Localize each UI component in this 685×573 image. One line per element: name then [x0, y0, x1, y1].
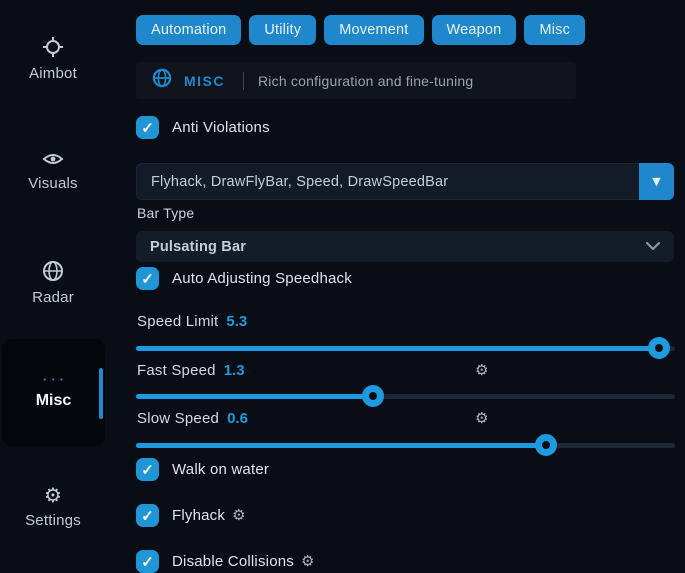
category-title: MISC	[184, 73, 225, 89]
slider-label-row-slow-speed: Slow Speed 0.6 ⚙	[137, 410, 248, 427]
checkbox-row-walk-on-water[interactable]: ✓ Walk on water	[136, 458, 269, 481]
checkbox-checked[interactable]: ✓	[136, 504, 159, 527]
tab-misc[interactable]: Misc	[524, 15, 585, 45]
slider-label-row-fast-speed: Fast Speed 1.3 ⚙	[137, 362, 245, 379]
slider-fast-speed[interactable]	[136, 385, 675, 407]
slider-slow-speed[interactable]	[136, 434, 675, 456]
checkbox-row-disable-collisions[interactable]: ✓ Disable Collisions ⚙	[136, 550, 314, 573]
gear-icon[interactable]: ⚙	[232, 508, 245, 523]
eye-icon	[42, 150, 64, 168]
slider-value: 0.6	[227, 410, 248, 427]
check-icon: ✓	[141, 461, 154, 479]
category-header: MISC Rich configuration and fine-tuning	[136, 62, 576, 99]
check-icon: ✓	[141, 553, 154, 571]
slider-fill	[136, 443, 546, 448]
globe-icon	[152, 68, 172, 93]
sidebar-item-aimbot[interactable]: Aimbot	[0, 36, 106, 82]
sidebar-item-label: Misc	[36, 392, 72, 410]
tab-weapon[interactable]: Weapon	[432, 15, 517, 45]
slider-fill	[136, 394, 373, 399]
checkbox-row-anti-violations[interactable]: ✓ Anti Violations	[136, 116, 270, 139]
cheat-menu-window: { "colors": { "accent_blue": "#1f87cc", …	[0, 0, 685, 563]
chevron-down-icon	[646, 238, 660, 256]
bar-type-label: Bar Type	[137, 205, 194, 221]
crosshair-icon	[42, 36, 64, 58]
sidebar-item-visuals[interactable]: Visuals	[0, 150, 106, 192]
slider-thumb[interactable]	[362, 385, 384, 407]
bar-type-select[interactable]: Pulsating Bar	[136, 231, 674, 262]
checkbox-checked[interactable]: ✓	[136, 267, 159, 290]
slider-value: 5.3	[226, 313, 247, 330]
sidebar-item-radar[interactable]: Radar	[0, 260, 106, 306]
gear-icon[interactable]: ⚙	[475, 363, 488, 378]
tab-movement[interactable]: Movement	[324, 15, 423, 45]
checkbox-label: Anti Violations	[172, 119, 270, 136]
slider-fill	[136, 346, 659, 351]
category-tabs: Automation Utility Movement Weapon Misc	[136, 15, 585, 45]
globe-icon	[42, 260, 64, 282]
check-icon: ✓	[141, 507, 154, 525]
bar-multiselect-field[interactable]: Flyhack, DrawFlyBar, Speed, DrawSpeedBar…	[136, 163, 674, 200]
separator	[243, 72, 244, 90]
slider-thumb[interactable]	[648, 337, 670, 359]
gear-icon[interactable]: ⚙	[475, 411, 488, 426]
slider-speed-limit[interactable]	[136, 337, 675, 359]
sidebar-item-settings[interactable]: ⚙ Settings	[0, 485, 106, 529]
slider-label: Speed Limit	[137, 313, 218, 330]
sidebar-item-misc-active[interactable]: ··· Misc	[2, 339, 105, 446]
sidebar-item-label: Visuals	[28, 175, 77, 192]
slider-label-row-speed-limit: Speed Limit 5.3	[137, 313, 247, 330]
slider-label: Slow Speed	[137, 410, 219, 427]
checkbox-label: Walk on water	[172, 461, 269, 478]
checkbox-label: Flyhack	[172, 507, 225, 524]
checkbox-checked[interactable]: ✓	[136, 550, 159, 573]
checkbox-row-auto-adjusting-speedhack[interactable]: ✓ Auto Adjusting Speedhack	[136, 267, 352, 290]
ellipsis-icon: ···	[39, 376, 68, 384]
multiselect-value: Flyhack, DrawFlyBar, Speed, DrawSpeedBar	[137, 174, 448, 190]
checkbox-label: Disable Collisions	[172, 553, 294, 570]
sidebar-item-label: Settings	[25, 512, 81, 529]
sidebar-item-label: Aimbot	[29, 65, 77, 82]
active-indicator-bar	[99, 368, 103, 419]
check-icon: ✓	[141, 119, 154, 137]
checkbox-checked[interactable]: ✓	[136, 458, 159, 481]
dropdown-arrow-icon: ▼	[652, 175, 660, 188]
check-icon: ✓	[141, 270, 154, 288]
gear-icon[interactable]: ⚙	[301, 554, 314, 569]
sidebar-item-label: Radar	[32, 289, 74, 306]
slider-thumb[interactable]	[535, 434, 557, 456]
multiselect-dropdown-button[interactable]: ▼	[639, 163, 674, 200]
select-value: Pulsating Bar	[150, 239, 246, 255]
tab-utility[interactable]: Utility	[249, 15, 316, 45]
checkbox-label: Auto Adjusting Speedhack	[172, 270, 352, 287]
sidebar: Aimbot Visuals Radar ··· Misc ⚙ Settings	[0, 0, 130, 563]
tab-automation[interactable]: Automation	[136, 15, 241, 45]
slider-value: 1.3	[224, 362, 245, 379]
slider-label: Fast Speed	[137, 362, 216, 379]
category-description: Rich configuration and fine-tuning	[258, 73, 473, 89]
checkbox-row-flyhack[interactable]: ✓ Flyhack ⚙	[136, 504, 246, 527]
main-panel: Automation Utility Movement Weapon Misc …	[136, 0, 676, 563]
checkbox-checked[interactable]: ✓	[136, 116, 159, 139]
gear-icon: ⚙	[44, 485, 62, 505]
